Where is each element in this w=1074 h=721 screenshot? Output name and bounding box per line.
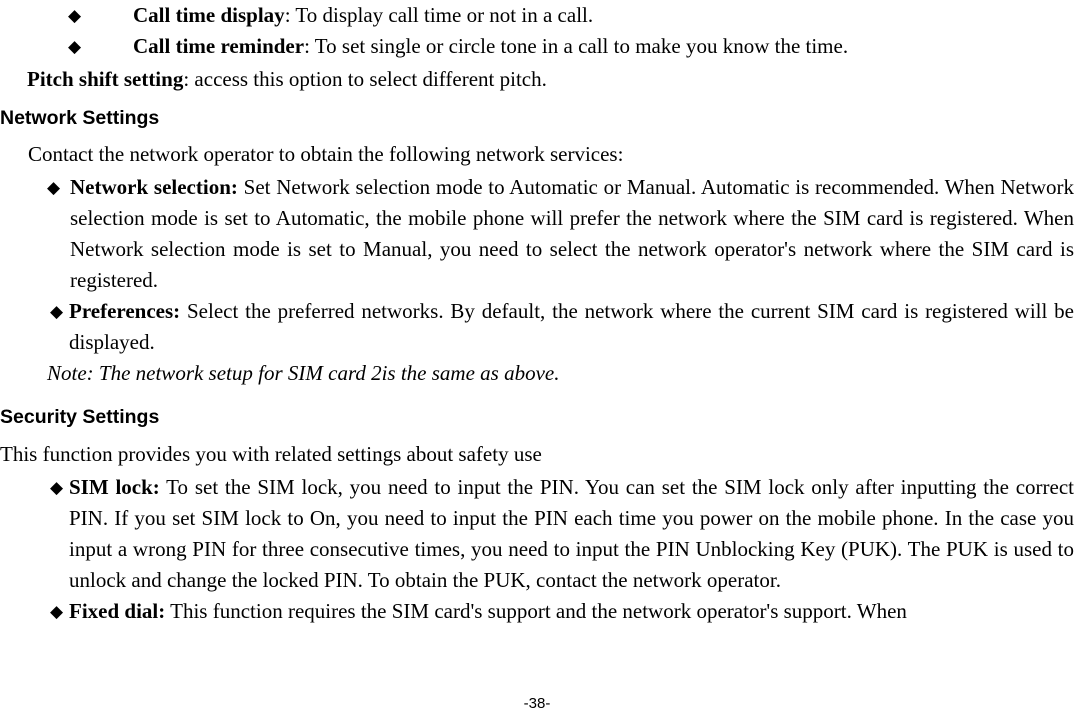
list-item-description: To set single or circle tone in a call t…	[314, 34, 849, 58]
section-heading-security-settings: Security Settings	[0, 405, 160, 428]
list-item-term: Network selection:	[70, 174, 238, 199]
diamond-bullet-icon: ◆	[50, 301, 64, 321]
list-item-term: SIM lock:	[69, 475, 160, 499]
list-item: ◆ Network selection: Set Network selecti…	[0, 172, 1074, 296]
network-settings-note: Note: The network setup for SIM card 2is…	[47, 360, 560, 385]
diamond-bullet-icon: ◆	[50, 602, 64, 621]
list-item: ◆ Fixed dial: This function requires the…	[0, 596, 1074, 627]
pitch-shift-description: access this option to select different p…	[194, 67, 547, 91]
pitch-shift-setting-line: Pitch shift setting: access this option …	[0, 64, 1074, 95]
page-content: ◆ Call time display: To display call tim…	[0, 0, 1074, 627]
list-item-term: Fixed dial:	[69, 599, 166, 623]
list-item-separator: :	[284, 3, 296, 27]
list-item: ◆ SIM lock: To set the SIM lock, you nee…	[0, 472, 1074, 596]
list-item-description: To set the SIM lock, you need to input t…	[69, 475, 1074, 592]
section-heading-network-settings: Network Settings	[0, 107, 160, 129]
list-item: ◆ Call time reminder: To set single or c…	[0, 31, 1074, 62]
list-item: ◆ Call time display: To display call tim…	[0, 0, 1074, 31]
list-item-separator: :	[304, 34, 315, 58]
diamond-bullet-icon: ◆	[68, 37, 82, 56]
list-item-description: This function requires the SIM card's su…	[165, 599, 907, 623]
diamond-bullet-icon: ◆	[50, 478, 64, 497]
security-settings-intro: This function provides you with related …	[0, 442, 542, 466]
list-item-term: Preferences:	[69, 298, 181, 323]
diamond-bullet-icon: ◆	[47, 177, 61, 197]
pitch-shift-term: Pitch shift setting	[27, 67, 184, 91]
manual-page: ◆ Call time display: To display call tim…	[0, 0, 1074, 721]
list-item: ◆ Preferences: Select the preferred netw…	[0, 296, 1074, 358]
list-item-description: Select the preferred networks. By defaul…	[69, 298, 1074, 354]
list-item-term: Call time display	[133, 3, 285, 27]
diamond-bullet-icon: ◆	[68, 6, 82, 25]
page-footer: -38-	[523, 695, 551, 712]
pitch-shift-separator: :	[183, 67, 195, 91]
list-item-term: Call time reminder	[133, 34, 305, 58]
network-settings-intro: Contact the network operator to obtain t…	[28, 141, 624, 166]
list-item-description: To display call time or not in a call.	[295, 3, 594, 27]
